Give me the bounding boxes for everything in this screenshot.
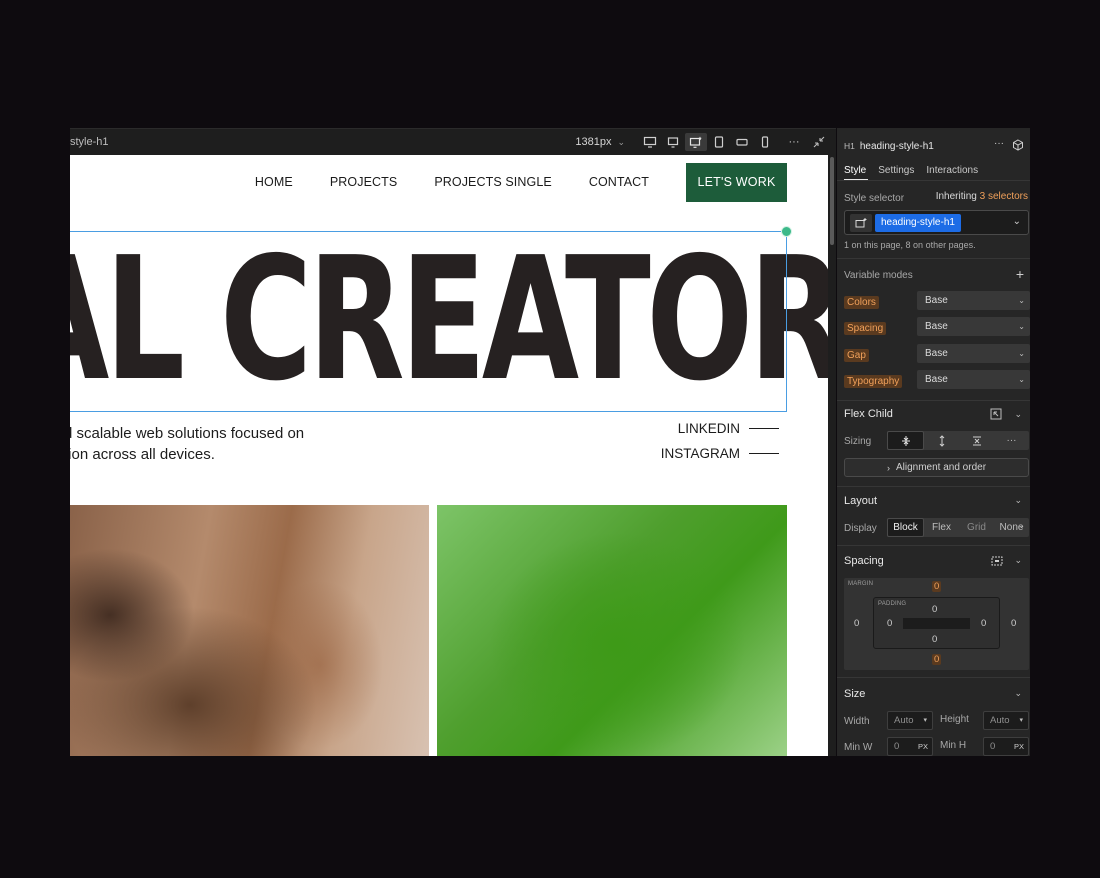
mode-label-spacing: Spacing xyxy=(844,321,887,335)
nav-home[interactable]: HOME xyxy=(255,175,293,189)
lets-work-button[interactable]: LET'S WORK xyxy=(686,162,787,202)
component-icon[interactable] xyxy=(1012,139,1024,154)
padding-right-value[interactable]: 0 xyxy=(981,618,986,629)
tab-style[interactable]: Style xyxy=(844,165,866,176)
hero-subcopy: d scalable web solutions focused on tion… xyxy=(70,425,305,463)
padding-box: PADDING 0 0 0 0 xyxy=(873,597,1000,649)
desktop-icon[interactable] xyxy=(662,133,684,151)
selector-field[interactable]: heading-style-h1 ⌄ xyxy=(844,210,1029,235)
display-label: Display xyxy=(844,522,877,534)
h1-tag-icon: H1 xyxy=(844,141,855,151)
min-height-input[interactable]: 0 PX xyxy=(983,737,1029,756)
spacing-mode-icon[interactable] xyxy=(991,555,1003,570)
mode-label-gap: Gap xyxy=(844,348,869,362)
no-shrink-icon[interactable] xyxy=(959,431,994,450)
alignment-order-button[interactable]: › Alignment and order xyxy=(844,458,1029,477)
display-block[interactable]: Block xyxy=(887,518,924,537)
mode-select-colors[interactable]: Base ⌄ xyxy=(917,291,1030,310)
element-name: heading-style-h1 xyxy=(859,140,934,152)
desktop-large-icon[interactable] xyxy=(639,133,661,151)
nav-projects-single[interactable]: PROJECTS SINGLE xyxy=(434,175,552,189)
spacing-title: Spacing xyxy=(844,555,884,567)
display-segmented: Block Flex Grid None xyxy=(887,518,1029,537)
desktop-base-icon[interactable] xyxy=(685,133,707,151)
add-selector-icon[interactable] xyxy=(850,214,872,232)
box-model-editor: MARGIN 0 0 0 0 PADDING 0 0 0 0 xyxy=(844,578,1029,670)
layout-title: Layout xyxy=(844,495,878,507)
canvas-toolbar: style-h1 1381px ⌄ ··· xyxy=(70,128,836,155)
nav-contact[interactable]: CONTACT xyxy=(589,175,649,189)
padding-bottom-value[interactable]: 0 xyxy=(932,634,937,645)
tablet-icon[interactable] xyxy=(708,133,730,151)
display-grid[interactable]: Grid xyxy=(959,518,994,537)
mode-select-typography[interactable]: Base ⌄ xyxy=(917,370,1030,389)
width-label: Width xyxy=(844,715,870,727)
tab-interactions[interactable]: Interactions xyxy=(926,165,978,176)
social-link-instagram[interactable]: INSTAGRAM xyxy=(661,446,779,461)
mobile-portrait-icon[interactable] xyxy=(754,133,776,151)
mobile-landscape-icon[interactable] xyxy=(731,133,753,151)
site-nav: HOME PROJECTS PROJECTS SINGLE CONTACT LE… xyxy=(255,162,787,202)
expand-icon[interactable] xyxy=(990,408,1002,423)
selector-chip[interactable]: heading-style-h1 xyxy=(875,214,961,232)
margin-bottom-value[interactable]: 0 xyxy=(932,654,942,665)
margin-top-value[interactable]: 0 xyxy=(932,581,942,592)
margin-label: MARGIN xyxy=(848,581,874,587)
chevron-down-icon[interactable]: ⌄ xyxy=(1013,216,1021,227)
height-input[interactable]: Auto ▾ xyxy=(983,711,1029,730)
tab-settings[interactable]: Settings xyxy=(878,165,914,176)
more-sizing-icon[interactable]: ··· xyxy=(994,431,1029,450)
min-height-label: Min H xyxy=(940,740,967,751)
add-handle-icon[interactable] xyxy=(781,226,792,237)
mode-label-colors: Colors xyxy=(844,295,879,309)
sizing-label: Sizing xyxy=(844,435,872,447)
style-panel: H1 heading-style-h1 ··· Style Settings I… xyxy=(837,128,1030,756)
inheriting-info[interactable]: Inheriting 3 selectors xyxy=(936,191,1028,202)
portrait-image xyxy=(70,505,429,756)
panel-tabs: Style Settings Interactions xyxy=(844,163,1030,177)
collapse-icon[interactable] xyxy=(808,133,830,151)
mode-select-gap[interactable]: Base ⌄ xyxy=(917,344,1030,363)
variable-modes-title: Variable modes xyxy=(844,269,913,281)
add-icon[interactable]: + xyxy=(1016,266,1024,282)
social-link-linkedin[interactable]: LINKEDIN xyxy=(678,421,779,436)
selection-outline xyxy=(70,226,792,412)
chevron-down-icon[interactable]: ⌄ xyxy=(1014,688,1022,699)
chevron-down-icon[interactable]: ⌄ xyxy=(617,137,625,148)
size-title: Size xyxy=(844,688,866,700)
margin-right-value[interactable]: 0 xyxy=(1011,618,1016,629)
canvas-width-readout[interactable]: 1381px xyxy=(575,136,611,148)
sizing-segmented: ··· xyxy=(887,431,1029,450)
padding-label: PADDING xyxy=(878,601,907,607)
min-width-input[interactable]: 0 PX xyxy=(887,737,933,756)
flex-child-title: Flex Child xyxy=(844,408,893,420)
nav-projects[interactable]: PROJECTS xyxy=(330,175,397,189)
usage-note: 1 on this page, 8 on other pages. xyxy=(844,240,976,250)
chevron-right-icon: › xyxy=(886,462,890,473)
mode-label-typography: Typography xyxy=(844,374,903,388)
green-gradient-image xyxy=(437,505,787,756)
padding-top-value[interactable]: 0 xyxy=(932,604,937,615)
height-label: Height xyxy=(940,714,969,725)
shrink-icon[interactable] xyxy=(887,431,924,450)
chevron-down-icon[interactable]: ⌄ xyxy=(1014,555,1022,566)
chevron-down-icon[interactable]: ⌄ xyxy=(1018,521,1025,530)
more-options-icon[interactable]: ··· xyxy=(994,138,1004,149)
margin-left-value[interactable]: 0 xyxy=(854,618,859,629)
chevron-down-icon[interactable]: ⌄ xyxy=(1014,409,1022,420)
padding-left-value[interactable]: 0 xyxy=(887,618,892,629)
mode-select-spacing[interactable]: Base ⌄ xyxy=(917,317,1030,336)
display-flex[interactable]: Flex xyxy=(924,518,959,537)
more-icon[interactable]: ··· xyxy=(783,133,805,151)
width-input[interactable]: Auto ▾ xyxy=(887,711,933,730)
style-selector-label: Style selector xyxy=(844,192,905,204)
grow-icon[interactable] xyxy=(924,431,959,450)
min-width-label: Min W xyxy=(844,741,873,753)
canvas-scrollbar[interactable] xyxy=(828,155,836,756)
chevron-down-icon[interactable]: ⌄ xyxy=(1014,495,1022,506)
breadcrumb[interactable]: style-h1 xyxy=(70,136,109,148)
site-preview: HOME PROJECTS PROJECTS SINGLE CONTACT LE… xyxy=(70,155,828,756)
